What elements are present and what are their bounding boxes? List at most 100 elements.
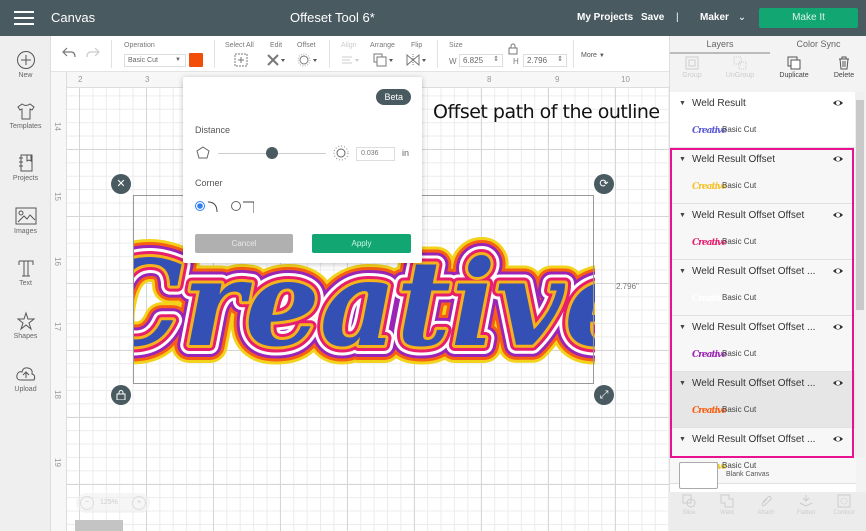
eye-icon[interactable] [832, 434, 844, 444]
horizontal-scrollbar[interactable] [75, 520, 123, 531]
layer-title: Weld Result Offset Offset [692, 210, 805, 221]
cancel-button[interactable]: Cancel [195, 234, 293, 253]
eye-icon[interactable] [832, 378, 844, 388]
caret-down-icon[interactable]: ▼ [679, 324, 686, 331]
my-projects-link[interactable]: My Projects [577, 12, 633, 23]
eye-icon[interactable] [832, 266, 844, 276]
stepper-icon[interactable]: ⇕ [557, 55, 563, 63]
document-title: Offeset Tool 6* [290, 10, 375, 25]
group-button[interactable]: Group [670, 56, 714, 79]
rotate-handle-icon[interactable]: ⟳ [594, 174, 614, 194]
sidebar-item-images[interactable]: Images [0, 206, 51, 235]
width-input[interactable]: 6.825 ⇕ [459, 54, 503, 67]
ungroup-button[interactable]: UnGroup [718, 56, 762, 79]
layer-thumbnail: Creative [692, 182, 727, 192]
layer-group[interactable]: ▼ Weld Result Creative Basic Cut [670, 92, 856, 148]
resize-handle-icon[interactable]: ⤢ [594, 385, 614, 405]
ruler-number: 16 [52, 257, 62, 266]
stepper-icon[interactable]: ⇕ [493, 55, 499, 63]
flatten-label: Flatten [796, 510, 816, 516]
delete-label: Delete [833, 72, 855, 79]
corner-options [195, 201, 255, 214]
align-label: Align [341, 42, 357, 49]
corner-rounded-radio[interactable] [195, 201, 218, 213]
sidebar-item-templates[interactable]: Templates [0, 101, 51, 130]
shrink-offset-icon[interactable] [195, 145, 211, 161]
eye-icon[interactable] [832, 154, 844, 164]
delete-button[interactable]: Delete [822, 56, 866, 79]
scrollbar-thumb[interactable] [856, 100, 864, 310]
align-icon[interactable] [341, 55, 361, 65]
flatten-button[interactable]: Flatten [788, 494, 824, 516]
layer-group[interactable]: ▼ Weld Result Offset Offset Creative Bas… [670, 204, 856, 260]
caret-down-icon: ▼ [598, 53, 605, 59]
corner-square-radio[interactable] [231, 201, 255, 214]
machine-select[interactable]: Maker ⌄ [700, 12, 746, 23]
more-button[interactable]: More ▼ [581, 52, 605, 59]
more-label: More [581, 52, 597, 59]
flip-icon[interactable] [406, 53, 428, 67]
sidebar-item-shapes[interactable]: Shapes [0, 311, 51, 340]
operation-select[interactable]: Basic Cut ▼ [124, 54, 186, 67]
apply-button[interactable]: Apply [312, 234, 411, 253]
caret-down-icon[interactable]: ▼ [679, 100, 686, 107]
ruler-number: 14 [52, 122, 62, 131]
contour-button[interactable]: Contour [826, 494, 862, 516]
slice-button[interactable]: Slice [671, 494, 707, 516]
select-all-icon[interactable] [234, 53, 248, 67]
sidebar-item-text[interactable]: Text [0, 258, 51, 287]
attach-label: Attach [757, 510, 775, 516]
offset-icon[interactable] [297, 53, 319, 67]
bottom-tools: Slice Weld Attach Flatten Contour [669, 492, 866, 531]
caret-down-icon[interactable]: ▼ [679, 380, 686, 387]
delete-handle-icon[interactable]: ✕ [111, 174, 131, 194]
tab-layers[interactable]: Layers [670, 36, 770, 54]
lock-handle-icon[interactable] [111, 385, 131, 405]
attach-button[interactable]: Attach [748, 494, 784, 516]
layer-title: Weld Result Offset Offset ... [692, 322, 816, 333]
sidebar-item-projects[interactable]: Projects [0, 153, 51, 182]
layer-group[interactable]: ▼ Weld Result Offset Offset ... Creative… [670, 260, 856, 316]
save-button[interactable]: Save [641, 12, 664, 23]
height-input[interactable]: 2.796 ⇕ [523, 54, 567, 67]
make-it-button[interactable]: Make It [759, 8, 858, 28]
sidebar-item-upload[interactable]: Upload [0, 364, 51, 393]
caret-down-icon[interactable]: ▼ [679, 156, 686, 163]
duplicate-button[interactable]: Duplicate [772, 56, 816, 79]
layers-scrollbar[interactable] [855, 92, 865, 457]
top-bar: Canvas Offeset Tool 6* My Projects Save … [0, 0, 866, 36]
eye-icon[interactable] [832, 322, 844, 332]
weld-button[interactable]: Weld [709, 494, 745, 516]
layer-group[interactable]: ▼ Weld Result Offset Creative Basic Cut [670, 148, 856, 204]
edit-toolbar: Operation Basic Cut ▼ Select All Edit Of… [51, 36, 669, 72]
ungroup-label: UnGroup [725, 72, 755, 79]
operation-color-swatch[interactable] [189, 53, 203, 67]
eye-icon[interactable] [832, 98, 844, 108]
caret-down-icon[interactable]: ▼ [679, 212, 686, 219]
undo-icon[interactable] [61, 46, 77, 60]
caret-down-icon[interactable]: ▼ [679, 268, 686, 275]
tab-color-sync[interactable]: Color Sync [770, 36, 866, 54]
slice-label: Slice [682, 510, 696, 516]
redo-icon[interactable] [85, 46, 101, 60]
zoom-in-icon[interactable]: + [132, 496, 146, 510]
sidebar-label: New [18, 72, 33, 79]
menu-icon[interactable] [14, 11, 34, 25]
zoom-out-icon[interactable]: − [80, 496, 94, 510]
distance-input[interactable]: 0.036 [356, 147, 395, 161]
layer-group-selected[interactable]: ▼ Weld Result Offset Offset ... Creative… [670, 372, 856, 428]
caret-down-icon: ▼ [175, 57, 181, 63]
lock-icon[interactable] [507, 43, 519, 55]
grow-offset-icon[interactable] [333, 145, 349, 161]
edit-tools-icon[interactable] [266, 53, 286, 67]
notebook-icon [18, 154, 32, 172]
contour-icon [837, 494, 851, 508]
arrange-icon[interactable] [373, 53, 395, 67]
shapes-icon [16, 311, 35, 331]
caret-down-icon[interactable]: ▼ [679, 436, 686, 443]
distance-slider-knob[interactable] [266, 147, 278, 159]
sidebar-item-new[interactable]: New [0, 50, 51, 79]
eye-icon[interactable] [832, 210, 844, 220]
layer-group[interactable]: ▼ Weld Result Offset Offset ... Creative… [670, 316, 856, 372]
blank-canvas-thumbnail[interactable] [679, 462, 718, 489]
